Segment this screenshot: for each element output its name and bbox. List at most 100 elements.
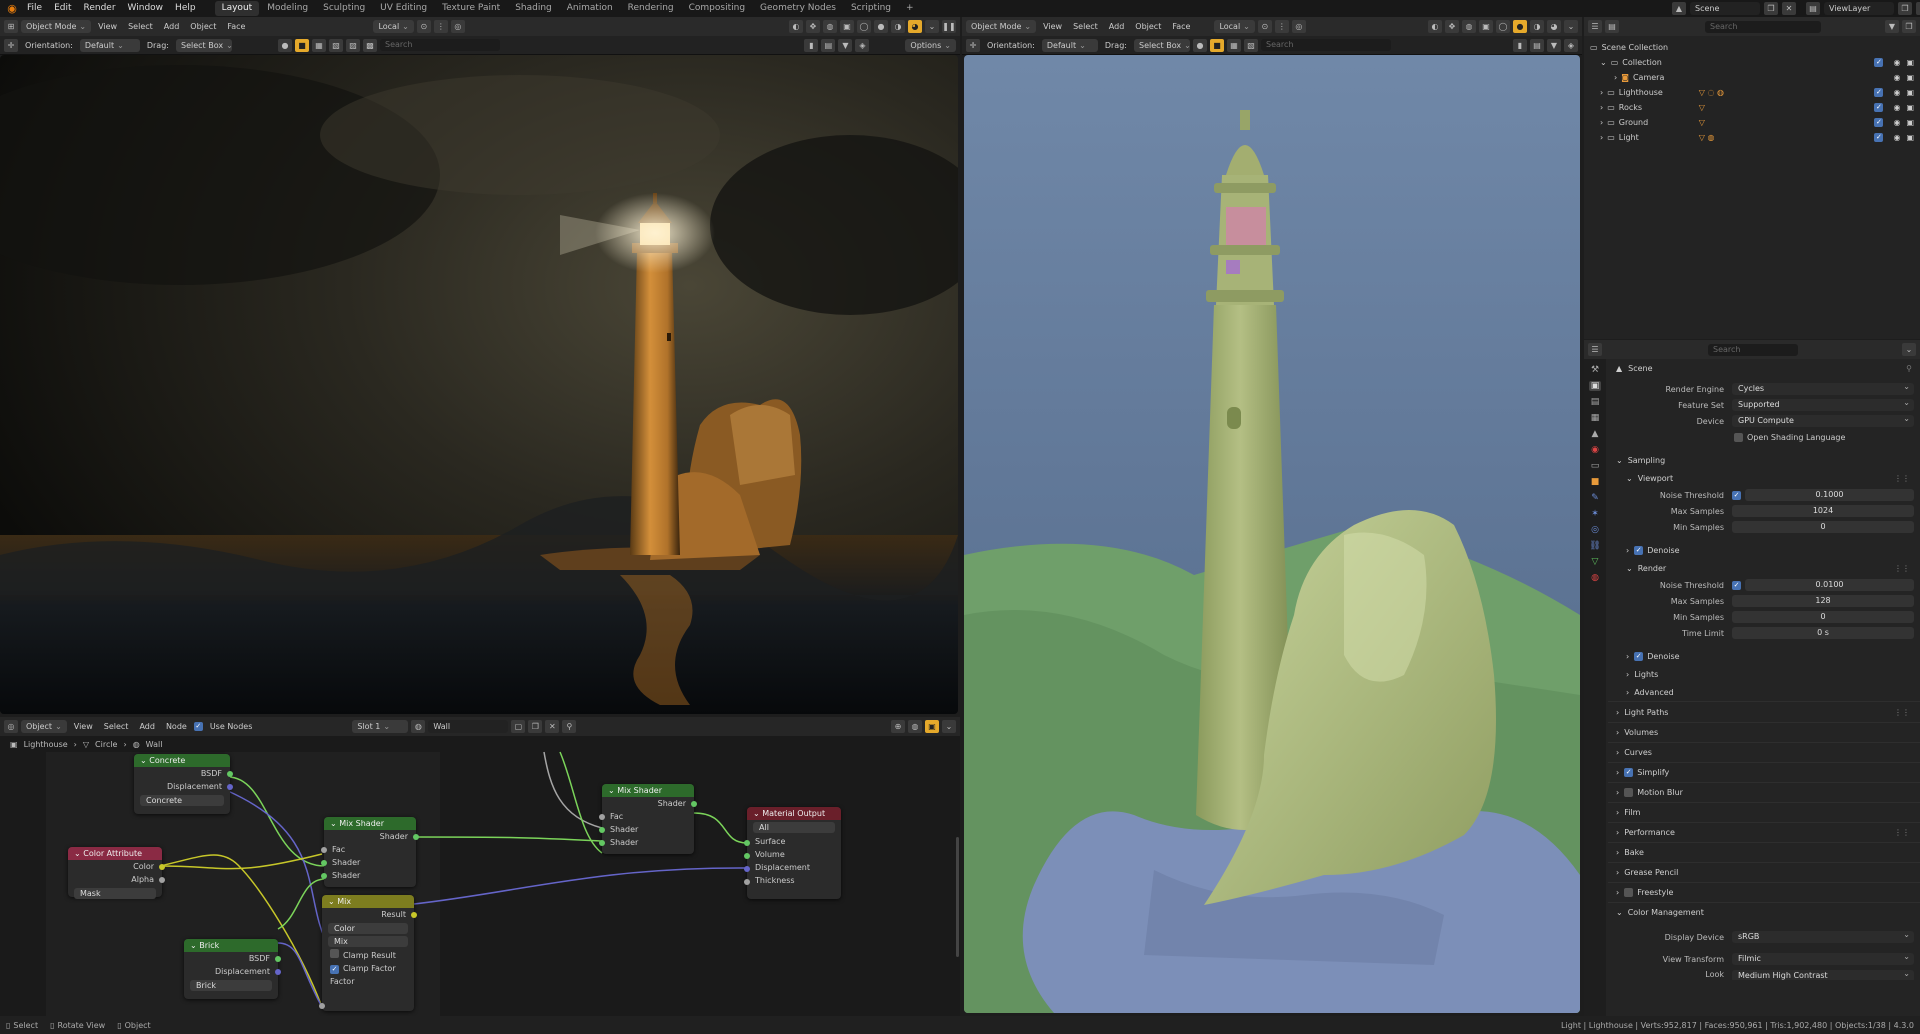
gizmo-icon[interactable]: ✥: [806, 20, 820, 33]
orientation-dropdown[interactable]: Default ⌄: [79, 38, 140, 52]
outliner-item[interactable]: › ▭ Lighthouse ▽ ◌ ◍ ✓ ◉ ▣: [1590, 85, 1914, 100]
move-tool-icon[interactable]: ✛: [966, 38, 980, 52]
input-socket[interactable]: [744, 840, 750, 846]
material-tab-icon[interactable]: ◍: [1591, 573, 1599, 583]
constraints-tab-icon[interactable]: ⛓: [1589, 541, 1600, 551]
chevron-right-icon[interactable]: ›: [1616, 848, 1619, 857]
scene-tab-icon[interactable]: ▲: [1592, 429, 1599, 439]
snap-icon[interactable]: ⋮: [433, 20, 448, 33]
drag-dropdown[interactable]: Select Box ⌄: [175, 38, 233, 52]
chevron-right-icon[interactable]: ›: [1616, 828, 1619, 837]
stamp-icon[interactable]: ▧: [1243, 38, 1258, 52]
erase-icon[interactable]: ▨: [345, 38, 360, 52]
input-socket[interactable]: [599, 814, 605, 820]
clamp-result-checkbox[interactable]: [330, 949, 339, 958]
exclude-checkbox[interactable]: ✓: [1874, 118, 1884, 127]
chevron-right-icon[interactable]: ›: [1616, 728, 1619, 737]
output-socket[interactable]: [227, 771, 233, 777]
clamp-factor-option[interactable]: ✓ Clamp Factor: [322, 962, 414, 975]
menu-view[interactable]: View: [1039, 22, 1066, 31]
snap-icon[interactable]: ⋮: [1274, 20, 1289, 33]
pin-icon[interactable]: ⚲: [1906, 364, 1912, 373]
r-noise-threshold-field[interactable]: 0.0100: [1745, 579, 1914, 591]
node-color-attribute[interactable]: ⌄ Color Attribute Color Alpha Mask: [68, 847, 165, 899]
chevron-right-icon[interactable]: ›: [1600, 103, 1603, 112]
look-dropdown[interactable]: Medium High Contrast: [1732, 970, 1914, 980]
tab-compositing[interactable]: Compositing: [682, 1, 752, 16]
menu-add[interactable]: Add: [1105, 22, 1129, 31]
sphere-icon[interactable]: ●: [277, 38, 292, 52]
blender-logo-icon[interactable]: ◉: [4, 0, 20, 17]
tab-layout[interactable]: Layout: [214, 1, 260, 16]
drag-handle-icon[interactable]: ⋮⋮: [1894, 474, 1910, 483]
tab-rendering[interactable]: Rendering: [621, 1, 681, 16]
particles-tab-icon[interactable]: ✶: [1591, 509, 1599, 519]
transform-orientation-dropdown[interactable]: Local ⌄: [1214, 20, 1255, 33]
display-mode-icon[interactable]: ▤: [1605, 20, 1619, 33]
performance-panel[interactable]: › Performance ⋮⋮: [1608, 822, 1920, 842]
device-dropdown[interactable]: GPU Compute: [1732, 413, 1914, 427]
node-brick[interactable]: ⌄ Brick BSDF Displacement Brick: [184, 939, 281, 999]
clamp-result-option[interactable]: Clamp Result: [322, 949, 414, 962]
vp-min-samples-field[interactable]: 0: [1732, 521, 1914, 533]
bookmark-icon[interactable]: ▮: [1513, 38, 1527, 52]
target-dropdown[interactable]: All: [753, 822, 835, 833]
tab-texture-paint[interactable]: Texture Paint: [435, 1, 507, 16]
exclude-checkbox[interactable]: ✓: [1874, 103, 1884, 112]
xray-icon[interactable]: ▣: [840, 20, 854, 33]
shading-options-icon[interactable]: ⌄: [925, 20, 939, 33]
node-concrete[interactable]: ⌄ Concrete BSDF Displacement Concrete: [134, 754, 233, 814]
chevron-right-icon[interactable]: ›: [1600, 88, 1603, 97]
proportional-edit-icon[interactable]: ◎: [450, 20, 465, 33]
move-tool-icon[interactable]: ✛: [4, 38, 18, 52]
exclude-checkbox[interactable]: ✓: [1874, 58, 1884, 67]
collection-tab-icon[interactable]: ▭: [1591, 461, 1600, 471]
advanced-subpanel[interactable]: › Advanced: [1608, 683, 1920, 701]
output-socket[interactable]: [691, 801, 697, 807]
brush-icon[interactable]: ▦: [311, 38, 326, 52]
eye-icon[interactable]: ◉: [1893, 103, 1900, 112]
outliner-item[interactable]: › ▭ Light ▽ ◍ ✓ ◉ ▣: [1590, 130, 1914, 145]
chevron-right-icon[interactable]: ›: [1614, 73, 1617, 82]
new-collection-icon[interactable]: ❐: [1902, 20, 1916, 33]
input-socket[interactable]: [744, 853, 750, 859]
layout-icon[interactable]: ▤: [1530, 38, 1544, 52]
bake-panel[interactable]: › Bake: [1608, 842, 1920, 862]
noise-threshold-checkbox[interactable]: ✓: [1732, 490, 1741, 500]
pivot-icon[interactable]: ⊙: [1257, 20, 1272, 33]
chevron-down-icon[interactable]: ⌄: [1600, 58, 1607, 67]
menu-file[interactable]: File: [22, 0, 47, 17]
tab-sculpting[interactable]: Sculpting: [316, 1, 372, 16]
lights-subpanel[interactable]: › Lights: [1608, 665, 1920, 683]
shading-wireframe-icon[interactable]: ◯: [1496, 20, 1510, 33]
light-paths-panel[interactable]: › Light Paths ⋮⋮: [1608, 701, 1920, 722]
shield-icon[interactable]: ◈: [855, 38, 870, 52]
filter-icon[interactable]: ▼: [1547, 38, 1561, 52]
attribute-field[interactable]: Mask: [74, 888, 156, 899]
remove-viewlayer-icon[interactable]: ✕: [1916, 2, 1920, 15]
chevron-right-icon[interactable]: ›: [1616, 748, 1619, 757]
visibility-icon[interactable]: ◐: [1428, 20, 1442, 33]
mode-dropdown[interactable]: Object Mode ⌄: [21, 20, 92, 33]
vp-denoise-checkbox[interactable]: ✓: [1634, 545, 1644, 555]
vp-max-samples-field[interactable]: 1024: [1732, 505, 1914, 517]
outliner-item[interactable]: › ▭ Ground ▽ ✓ ◉ ▣: [1590, 115, 1914, 130]
editor-type-icon[interactable]: ⊞: [4, 20, 18, 33]
tool-search-input[interactable]: Search: [379, 39, 500, 51]
object-tab-icon[interactable]: ■: [1591, 477, 1600, 487]
input-socket[interactable]: [599, 827, 605, 833]
shading-rendered-icon[interactable]: ◕: [908, 20, 922, 33]
gizmo-icon[interactable]: ✥: [1445, 20, 1459, 33]
clamp-factor-checkbox[interactable]: ✓: [330, 965, 339, 974]
chevron-right-icon[interactable]: ›: [1616, 768, 1619, 777]
vp-denoise-subpanel[interactable]: › ✓ Denoise: [1608, 541, 1920, 559]
add-workspace-button[interactable]: +: [899, 1, 921, 16]
menu-object[interactable]: Object: [186, 22, 220, 31]
modifier-tab-icon[interactable]: ✎: [1591, 493, 1599, 503]
chevron-down-icon[interactable]: ⌄: [1626, 564, 1633, 573]
chevron-right-icon[interactable]: ›: [1616, 788, 1619, 797]
sampling-panel[interactable]: ⌄ Sampling: [1608, 451, 1920, 469]
node-group-field[interactable]: Concrete: [140, 795, 224, 806]
physics-tab-icon[interactable]: ◎: [1591, 525, 1599, 535]
menu-add[interactable]: Add: [160, 22, 184, 31]
